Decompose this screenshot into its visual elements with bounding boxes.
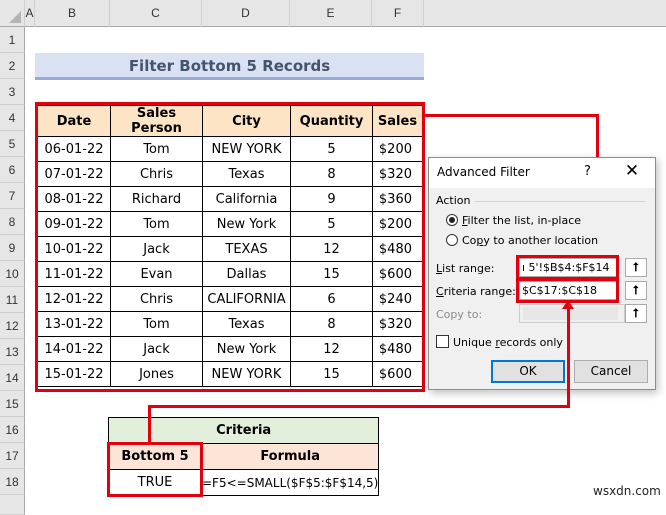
collapse-arrow-icon: ⭡ [633,283,639,297]
radio-filter-label[interactable]: Filter the list, in-place [462,214,581,227]
unique-records-checkbox[interactable] [436,335,449,348]
sheet-title: Filter Bottom 5 Records [35,53,424,80]
row-header-12[interactable]: 12 [0,313,25,339]
action-group-label: Action [436,194,471,207]
list-range-highlight [35,102,425,392]
watermark: wsxdn.com [593,484,661,498]
radio-copy-text-2: y to another location [483,234,599,247]
row-header-11[interactable]: 11 [0,287,25,313]
unique-records-label[interactable]: Unique records only [453,336,563,349]
row-header-10[interactable]: 10 [0,261,25,287]
collapse-arrow-icon: ⭡ [633,306,639,320]
select-all-corner[interactable] [0,0,25,27]
arrow-head-criteria [562,300,574,309]
row-header-14[interactable]: 14 [0,365,25,391]
column-header-e[interactable]: E [290,0,372,27]
row-header-4[interactable]: 4 [0,105,25,131]
row-header-13[interactable]: 13 [0,339,25,365]
criteria-range-highlight [107,442,203,497]
arrow-line-criteria-v1 [567,304,570,407]
list-range-label: List range: [436,262,494,275]
list-range-collapse-button[interactable]: ⭡ [625,258,647,277]
row-header-6[interactable]: 6 [0,157,25,183]
row-header-filler [0,495,25,515]
cancel-button[interactable]: Cancel [574,360,648,383]
unique-text-2: ecords only [499,336,563,349]
help-button[interactable]: ? [584,164,591,179]
row-header-5[interactable]: 5 [0,131,25,157]
column-header-d[interactable]: D [202,0,290,27]
copy-to-label: Copy to: [436,308,483,321]
radio-copy-to-location[interactable] [446,234,458,246]
criteria-formula[interactable]: =F5<=SMALL($F$5:$F$14,5) [200,469,380,496]
radio-copy-text-1: Co [462,234,477,247]
criteria-range-label: Criteria range: [436,285,516,298]
arrow-line-criteria-v2 [148,405,151,444]
column-header-b[interactable]: B [35,0,110,27]
row-header-16[interactable]: 16 [0,417,25,443]
dialog-title: Advanced Filter [437,165,530,179]
row-header-9[interactable]: 9 [0,235,25,261]
column-header-f[interactable]: F [372,0,424,27]
arrow-line-criteria-h [148,405,570,408]
row-header-18[interactable]: 18 [0,469,25,495]
copy-to-collapse-button[interactable]: ⭡ [625,304,647,323]
criteria-range-collapse-button[interactable]: ⭡ [625,281,647,300]
row-header-2[interactable]: 2 [0,53,25,79]
row-header-17[interactable]: 17 [0,443,25,469]
row-header-7[interactable]: 7 [0,183,25,209]
radio-filter-in-place[interactable] [446,214,458,226]
list-range-text: ist range: [442,262,495,275]
column-header-c[interactable]: C [110,0,202,27]
criteria-range-mnemonic: C [436,285,444,298]
row-header-8[interactable]: 8 [0,209,25,235]
action-group-divider [474,201,646,202]
close-icon[interactable]: ✕ [621,161,643,181]
collapse-arrow-icon: ⭡ [633,260,639,274]
advanced-filter-dialog: Advanced Filter ? ✕ Action Filter the li… [428,157,656,390]
list-range-input-highlight [516,255,619,280]
arrow-line-list-h [425,114,599,117]
ok-button[interactable]: OK [491,360,565,383]
criteria-header-formula[interactable]: Formula [200,443,380,470]
row-header-1[interactable]: 1 [0,27,25,53]
criteria-range-text: riteria range: [443,285,516,298]
radio-copy-label[interactable]: Copy to another location [462,234,598,247]
radio-filter-text: ilter the list, in-place [467,214,582,227]
unique-text-1: Unique [453,336,496,349]
row-header-3[interactable]: 3 [0,79,25,105]
column-header-a[interactable]: A [25,0,35,27]
row-header-15[interactable]: 15 [0,391,25,417]
